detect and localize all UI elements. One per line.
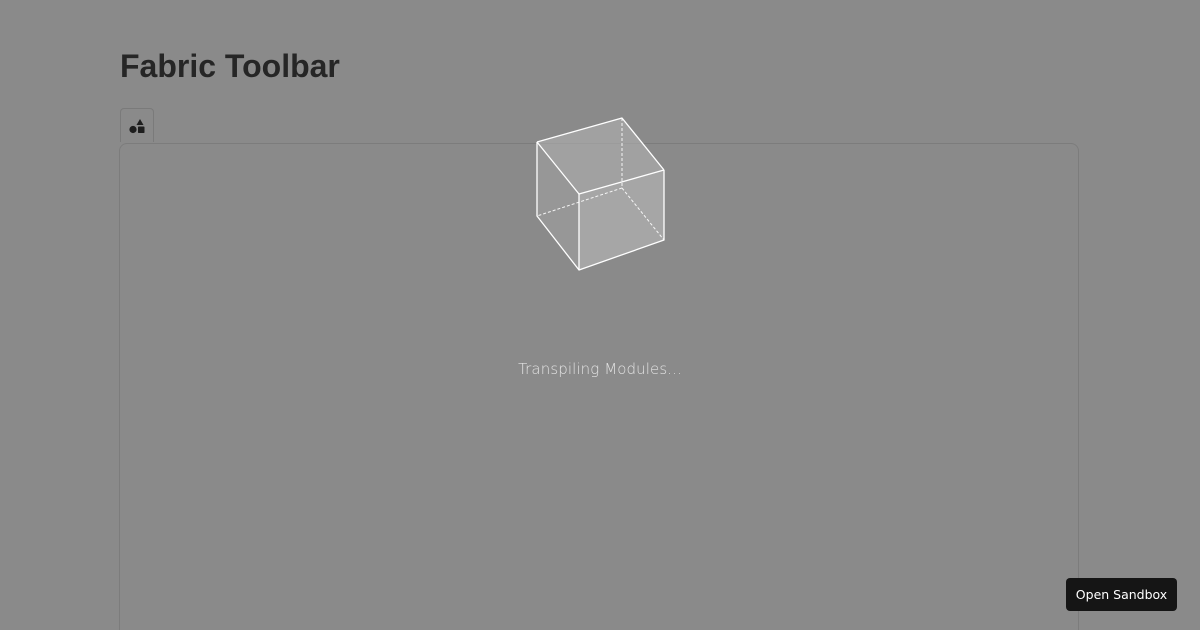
page-title: Fabric Toolbar [120, 48, 340, 84]
shapes-tool-button[interactable] [120, 108, 154, 142]
page: Fabric Toolbar Transpiling Modules... Op… [0, 0, 1200, 630]
shapes-icon [129, 118, 145, 133]
cube-icon [536, 117, 665, 271]
loading-status-text: Transpiling Modules... [518, 360, 682, 378]
open-sandbox-button[interactable]: Open Sandbox [1066, 578, 1177, 611]
